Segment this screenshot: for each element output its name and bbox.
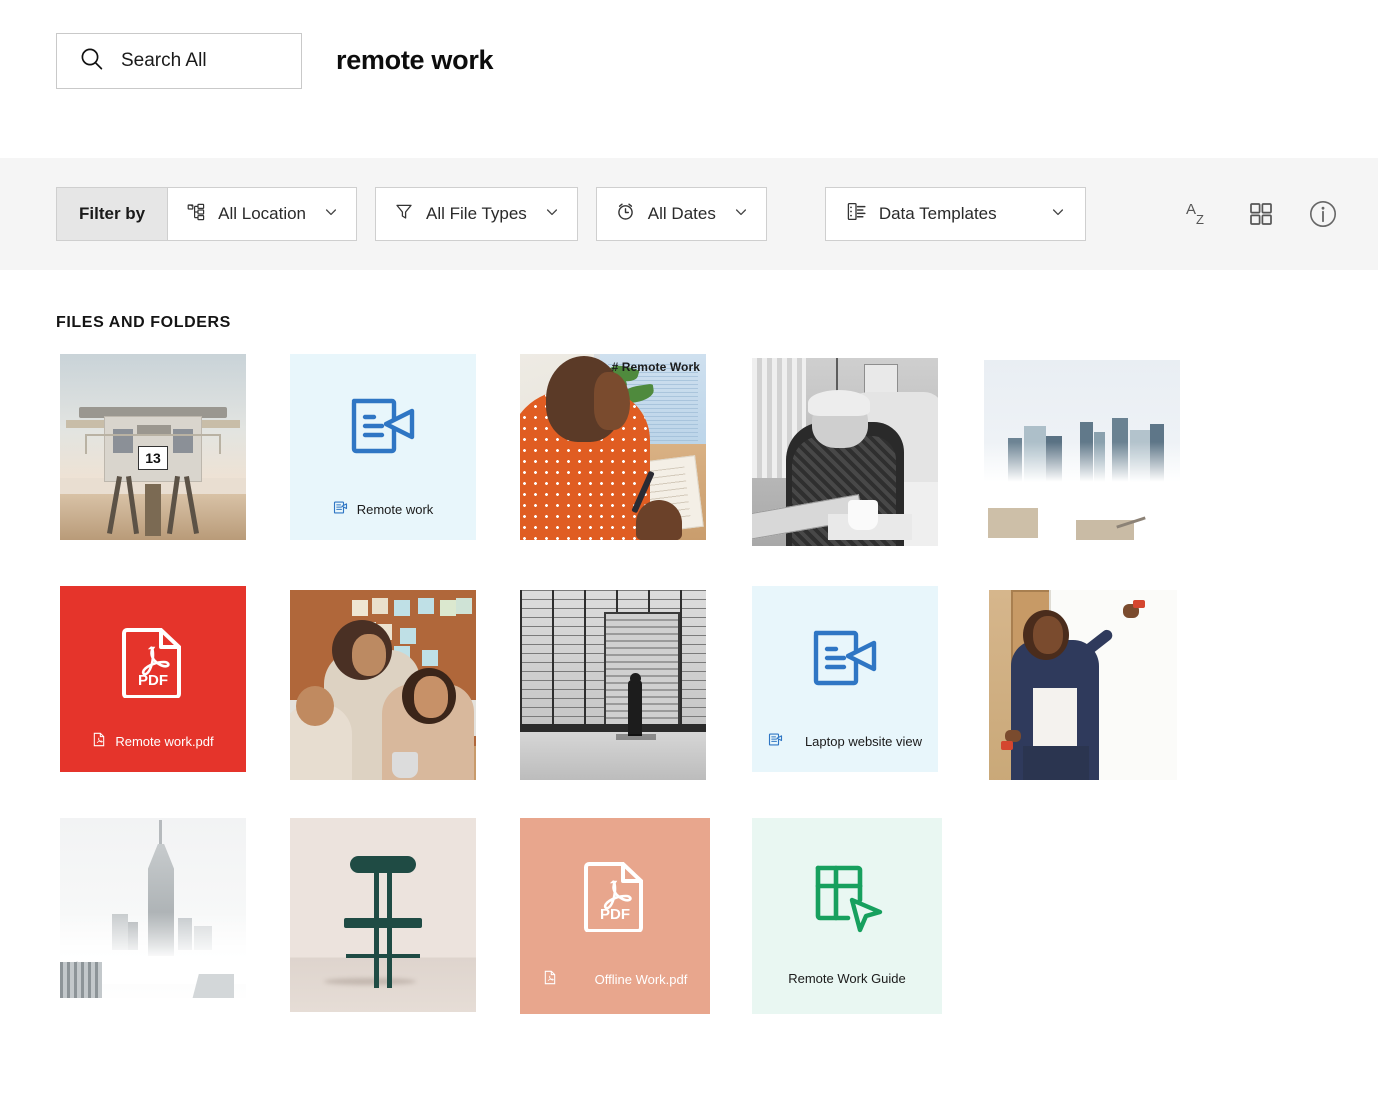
spreadsheet-icon [810,862,884,934]
info-icon[interactable] [1308,199,1338,229]
grid-item[interactable] [288,586,520,782]
thumbnail-office-meeting[interactable] [290,590,476,780]
thumbnail-green-chair[interactable] [290,818,476,1012]
search-icon [79,46,105,77]
thumbnail-elderly-man-laptop[interactable] [752,358,938,546]
grid-item[interactable] [520,586,752,782]
svg-text:PDF: PDF [138,672,168,689]
grid-item[interactable] [752,354,984,550]
filter-by-label: Filter by [56,187,167,241]
results-area: FILES AND FOLDERS 13 [0,314,1378,1014]
alarm-clock-icon [615,201,636,227]
filter-chip-data-templates[interactable]: Data Templates [825,187,1086,241]
pdf-file-icon [543,970,557,988]
filter-chip-label: All File Types [426,204,529,224]
image-overlay-text: # Remote Work [612,360,700,374]
chevron-down-icon [1051,204,1065,224]
item-label: Remote Work Guide [788,971,906,986]
item-label-row: Laptop website view [752,732,938,750]
filter-chip-label: Data Templates [879,204,1035,224]
item-label-row: Remote work.pdf [60,732,246,750]
pdf-icon: PDF [584,860,646,932]
grid-view-icon[interactable] [1248,201,1274,227]
chevron-down-icon [324,204,338,224]
item-label: Offline Work.pdf [595,972,688,987]
thumbnail-atrium-walker[interactable] [520,590,706,780]
grid-item[interactable]: Remote work [288,354,520,550]
funnel-icon [394,202,414,227]
grid-item[interactable] [984,586,1216,782]
thumbnail-remote-work-pdf[interactable]: PDF Remote work.pdf [60,586,246,772]
filter-chip-all-file-types[interactable]: All File Types [375,187,578,241]
section-title: FILES AND FOLDERS [56,314,1322,332]
svg-text:A: A [1186,201,1196,218]
thumbnail-foggy-skyline[interactable] [60,818,246,1012]
item-label-row: Offline Work.pdf [520,970,710,988]
filter-chip-all-dates[interactable]: All Dates [596,187,767,241]
filter-bar: Filter by All Location [0,158,1378,270]
grid-item[interactable]: 13 [56,354,288,550]
filter-by-group: Filter by All Location [56,187,375,241]
tower-number-badge: 13 [138,446,168,470]
thumbnail-offline-work-pdf[interactable]: PDF Offline Work.pdf [520,818,710,1014]
search-box[interactable] [56,33,302,89]
data-template-icon [846,201,867,227]
pdf-icon: PDF [122,626,184,698]
thumbnail-laptop-website-view[interactable]: Laptop website view [752,586,938,772]
grid-item-empty [984,818,1216,1014]
thumbnail-woman-at-desk[interactable]: # Remote Work [520,354,706,540]
grid-item[interactable]: PDF Remote work.pdf [56,586,288,782]
filter-chip-label: All Location [218,204,308,224]
chevron-down-icon [545,204,559,224]
thumbnail-remote-work-presentation[interactable]: Remote work [290,354,476,540]
view-tools: A Z [1184,199,1338,229]
item-label: Remote work.pdf [115,734,213,749]
thumbnail-remote-work-guide[interactable]: Remote Work Guide [752,818,942,1014]
presentation-file-icon [333,500,348,518]
thumbnail-lifeguard-tower[interactable]: 13 [60,354,246,540]
search-query-title: remote work [336,45,493,76]
grid-item[interactable]: Laptop website view [752,586,984,782]
thumbnail-whiteboard-woman[interactable] [989,590,1177,780]
results-grid: 13 [56,354,1322,1014]
pdf-file-icon [92,732,106,750]
grid-item[interactable]: PDF Offline Work.pdf [520,818,752,1014]
item-label: Laptop website view [805,734,922,749]
sort-az-icon[interactable]: A Z [1184,199,1214,229]
grid-item[interactable] [984,354,1216,550]
presentation-file-icon [768,732,783,750]
grid-item[interactable]: Remote Work Guide [752,818,984,1014]
presentation-icon [808,625,882,699]
chevron-down-icon [734,204,748,224]
svg-text:Z: Z [1196,212,1204,227]
folder-tree-icon [186,202,206,227]
top-search-bar: remote work [0,0,1378,158]
grid-item[interactable]: # Remote Work [520,354,752,550]
search-input[interactable] [121,50,271,72]
grid-item[interactable] [56,818,288,1014]
item-label-row: Remote work [290,500,476,518]
filter-chip-all-location[interactable]: All Location [167,187,357,241]
grid-item[interactable] [288,818,520,1014]
presentation-icon [346,393,420,467]
item-label-row: Remote Work Guide [752,971,942,986]
thumbnail-foggy-city[interactable] [984,360,1180,540]
svg-text:PDF: PDF [600,906,630,923]
filter-chip-label: All Dates [648,204,718,224]
item-label: Remote work [357,502,434,517]
